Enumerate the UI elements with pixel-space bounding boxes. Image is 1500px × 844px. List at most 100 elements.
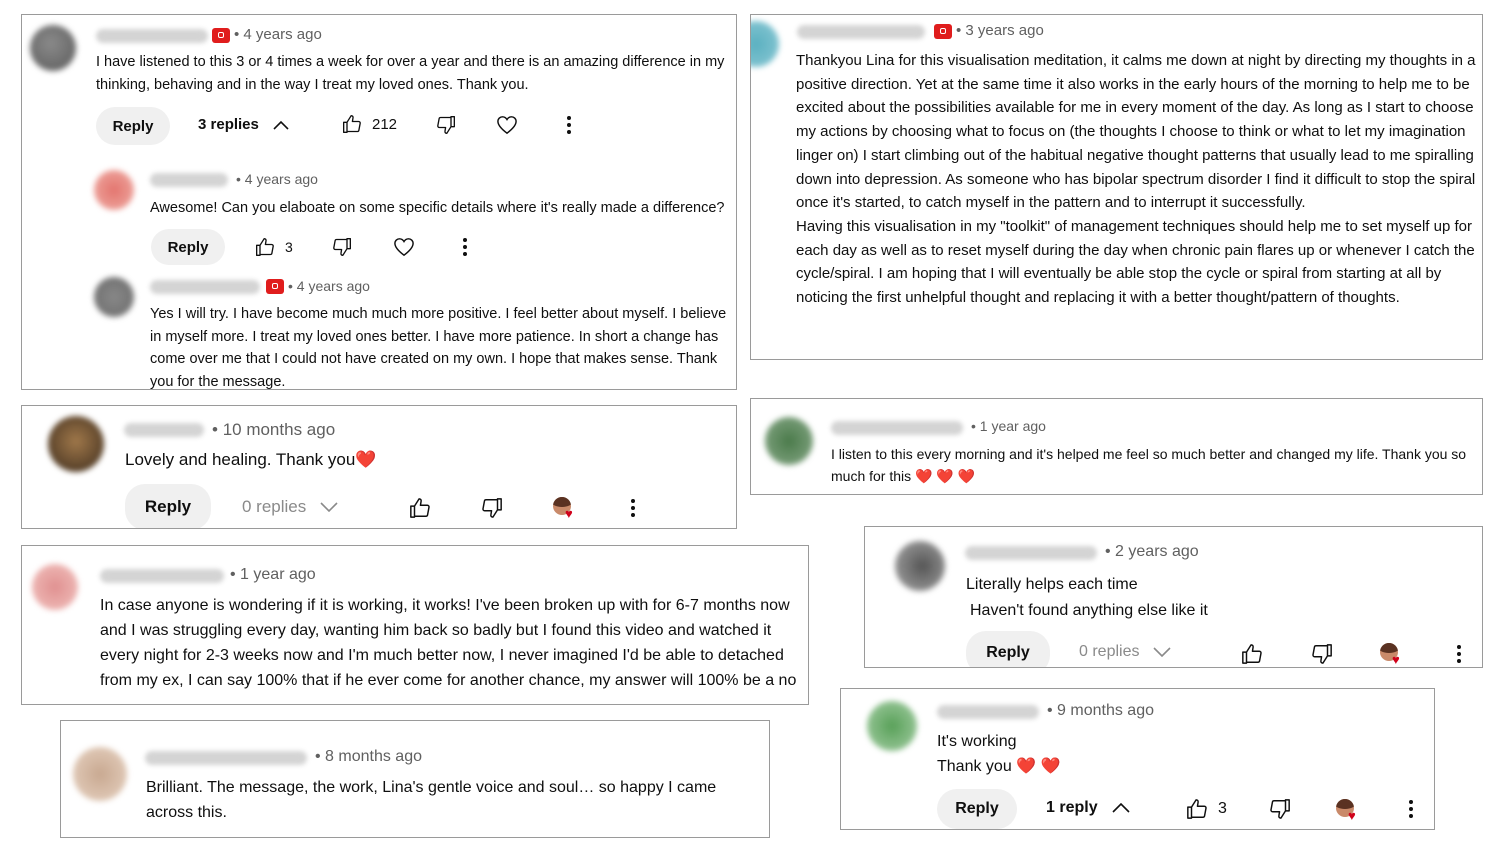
- avatar[interactable]: [765, 417, 813, 465]
- avatar[interactable]: [73, 747, 127, 801]
- more-actions-button[interactable]: [1408, 799, 1414, 819]
- comment-card-8: • 8 months ago Brilliant. The message, t…: [60, 720, 770, 838]
- comment-text: I listen to this every morning and it's …: [831, 443, 1471, 487]
- heart-emoji: ❤️: [355, 450, 377, 469]
- thumbs-down-icon: [1312, 644, 1332, 664]
- author-name[interactable]: [831, 421, 963, 435]
- comment-timestamp[interactable]: • 9 months ago: [1047, 702, 1154, 720]
- toggle-replies-button[interactable]: 1 reply: [1046, 799, 1130, 817]
- reply-button[interactable]: Reply: [937, 789, 1017, 829]
- timestamp-text[interactable]: 1 year ago: [980, 418, 1046, 434]
- timestamp-text[interactable]: 3 years ago: [965, 22, 1043, 39]
- author-name[interactable]: [124, 423, 204, 437]
- heart-button[interactable]: [393, 237, 415, 257]
- creator-heart-icon: ♥: [1380, 643, 1408, 667]
- comment-timestamp[interactable]: • 3 years ago: [956, 22, 1044, 39]
- toggle-replies-button[interactable]: 3 replies: [198, 116, 289, 133]
- reply-timestamp[interactable]: • 4 years ago: [288, 278, 370, 294]
- heart-icon: [394, 238, 414, 257]
- chevron-down-icon: [1153, 647, 1172, 657]
- timestamp-text[interactable]: 8 months ago: [325, 748, 422, 765]
- dislike-button[interactable]: [436, 115, 456, 135]
- more-vertical-icon: [631, 499, 635, 517]
- heart-icon: ♥: [1392, 652, 1400, 667]
- toggle-replies-button[interactable]: 0 replies: [242, 497, 338, 517]
- more-actions-button[interactable]: [1456, 644, 1462, 664]
- author-name[interactable]: [965, 546, 1097, 560]
- like-button[interactable]: 3: [255, 237, 293, 257]
- comment-timestamp[interactable]: • 2 years ago: [1105, 543, 1199, 561]
- comment-text: Literally helps each time Haven't found …: [966, 572, 1208, 624]
- reply-button[interactable]: Reply: [96, 107, 170, 145]
- comment-paragraph-1: Thankyou Lina for this visualisation med…: [796, 52, 1476, 212]
- comment-text: It's working Thank you ❤️ ❤️: [937, 729, 1060, 779]
- author-name[interactable]: [100, 569, 224, 583]
- replies-count: 3 replies: [198, 116, 259, 133]
- like-button[interactable]: 212: [342, 114, 397, 134]
- avatar[interactable]: [751, 21, 779, 67]
- toggle-replies-button[interactable]: 0 replies: [1079, 643, 1172, 661]
- timestamp-text[interactable]: 4 years ago: [245, 171, 318, 187]
- thumbs-up-icon: [256, 238, 274, 256]
- reply-text: Awesome! Can you elaboate on some specif…: [150, 200, 725, 216]
- author-name[interactable]: [96, 29, 208, 43]
- chevron-up-icon: [1112, 803, 1130, 813]
- thumbs-up-icon: [410, 498, 430, 518]
- comment-timestamp[interactable]: • 8 months ago: [315, 748, 422, 766]
- replies-count: 1 reply: [1046, 799, 1098, 816]
- timestamp-text[interactable]: 10 months ago: [223, 420, 335, 439]
- author-name[interactable]: [937, 705, 1039, 719]
- like-button[interactable]: [409, 497, 431, 519]
- replies-count: 0 replies: [242, 497, 307, 516]
- replies-count: 0 replies: [1079, 643, 1140, 660]
- reply-button[interactable]: Reply: [151, 229, 225, 265]
- dislike-button[interactable]: [481, 497, 503, 519]
- timestamp-text[interactable]: 9 months ago: [1057, 702, 1154, 719]
- reply-button[interactable]: Reply: [125, 484, 211, 528]
- reply-avatar[interactable]: [94, 277, 134, 317]
- more-actions-button[interactable]: [462, 237, 468, 257]
- comment-line-2-text: Thank you: [937, 758, 1012, 775]
- comment-text: Lovely and healing. Thank you❤️: [125, 450, 376, 470]
- avatar[interactable]: [48, 416, 104, 472]
- dislike-button[interactable]: [332, 237, 352, 257]
- like-button[interactable]: 3: [1186, 798, 1227, 820]
- comment-timestamp[interactable]: • 1 year ago: [971, 418, 1046, 434]
- member-badge-icon: [266, 279, 284, 294]
- more-vertical-icon: [1457, 645, 1461, 663]
- reply-timestamp[interactable]: • 4 years ago: [236, 171, 318, 187]
- heart-icon: ♥: [565, 506, 573, 521]
- dislike-button[interactable]: [1311, 643, 1333, 665]
- author-name[interactable]: [145, 751, 307, 765]
- avatar[interactable]: [895, 541, 945, 591]
- reply-author-name[interactable]: [150, 280, 260, 294]
- reply-button[interactable]: Reply: [966, 631, 1050, 667]
- reply-avatar[interactable]: [94, 170, 134, 210]
- more-vertical-icon: [1409, 800, 1413, 818]
- dislike-button[interactable]: [1269, 798, 1291, 820]
- avatar[interactable]: [32, 564, 78, 610]
- timestamp-text[interactable]: 4 years ago: [297, 278, 370, 294]
- thumbs-up-icon: [1242, 644, 1262, 664]
- more-actions-button[interactable]: [566, 115, 572, 135]
- more-actions-button[interactable]: [630, 498, 636, 518]
- like-button[interactable]: [1241, 643, 1263, 665]
- heart-button[interactable]: [496, 115, 518, 135]
- comment-card-7: • 9 months ago It's working Thank you ❤️…: [840, 688, 1435, 830]
- comment-timestamp[interactable]: • 4 years ago: [234, 26, 322, 43]
- reply-author-name[interactable]: [150, 173, 228, 187]
- comment-card-3: • 10 months ago Lovely and healing. Than…: [21, 405, 737, 529]
- avatar[interactable]: [867, 701, 917, 751]
- reply-text: Yes I will try. I have become much much …: [150, 306, 727, 390]
- timestamp-text[interactable]: 2 years ago: [1115, 543, 1199, 560]
- timestamp-text[interactable]: 4 years ago: [243, 26, 321, 43]
- comment-timestamp[interactable]: • 10 months ago: [212, 420, 335, 440]
- heart-emoji: ❤️ ❤️: [1016, 758, 1061, 775]
- comment-line-2: Thank you ❤️ ❤️: [937, 754, 1060, 779]
- author-name[interactable]: [797, 25, 925, 39]
- comment-timestamp[interactable]: • 1 year ago: [230, 566, 316, 584]
- comment-line-2: Haven't found anything else like it: [970, 602, 1208, 619]
- avatar[interactable]: [30, 25, 76, 71]
- timestamp-text[interactable]: 1 year ago: [240, 566, 316, 583]
- member-badge-icon: [212, 28, 230, 43]
